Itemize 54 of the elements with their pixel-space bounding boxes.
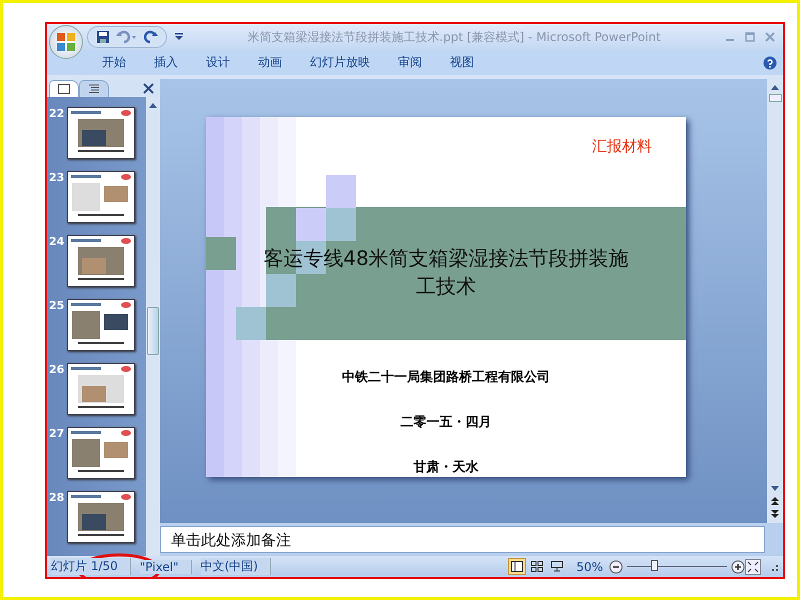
ribbon-tab[interactable]: 插入 bbox=[154, 54, 178, 71]
slide-number: 25 bbox=[48, 299, 66, 312]
panel-tab[interactable] bbox=[79, 80, 109, 97]
slide-thumbnail[interactable] bbox=[67, 363, 135, 415]
zoom-in-icon[interactable] bbox=[731, 560, 745, 574]
ribbon-tab[interactable]: 视图 bbox=[450, 54, 474, 71]
zoom-slider-thumb[interactable] bbox=[651, 560, 658, 571]
scrollbar-thumb[interactable] bbox=[147, 307, 159, 355]
close-icon[interactable] bbox=[143, 83, 154, 94]
slide-thumbnail[interactable] bbox=[67, 427, 135, 479]
ribbon-tab[interactable]: 设计 bbox=[206, 54, 230, 71]
theme-name: "Pixel" bbox=[140, 560, 191, 574]
slide-number: 26 bbox=[48, 363, 66, 376]
redo-icon[interactable] bbox=[144, 30, 158, 44]
slide-icon bbox=[58, 84, 70, 94]
slide-counter: 幻灯片 1/50 bbox=[51, 558, 130, 575]
scroll-up-icon[interactable] bbox=[770, 83, 780, 91]
scroll-up-icon[interactable] bbox=[148, 101, 158, 109]
notes-field[interactable]: 单击此处添加备注 bbox=[160, 526, 765, 553]
fit-window-icon[interactable] bbox=[745, 558, 761, 574]
slide-thumbnail[interactable] bbox=[67, 235, 135, 287]
zoom-level[interactable]: 50% bbox=[576, 560, 603, 574]
scrollbar-thumb[interactable] bbox=[768, 94, 782, 102]
slide-thumbnail[interactable] bbox=[67, 491, 135, 543]
ribbon-tab[interactable]: 审阅 bbox=[398, 54, 422, 71]
dropdown-icon[interactable] bbox=[175, 33, 183, 41]
office-button[interactable] bbox=[49, 25, 83, 59]
help-icon[interactable] bbox=[763, 56, 777, 70]
panel-tab[interactable] bbox=[49, 80, 79, 97]
date-text: 二零一五・四月 bbox=[400, 414, 492, 431]
slide-tag: 汇报材料 bbox=[592, 137, 652, 156]
outline-icon bbox=[88, 84, 100, 94]
slide-number: 24 bbox=[48, 235, 66, 248]
slide-number: 27 bbox=[48, 427, 66, 440]
ribbon-tab[interactable]: 开始 bbox=[102, 54, 126, 71]
scroll-down-icon[interactable] bbox=[770, 485, 780, 493]
slide-number: 28 bbox=[48, 491, 66, 504]
ribbon-tab[interactable]: 动画 bbox=[258, 54, 282, 71]
company-name: 中铁二十一局集团路桥工程有限公司 bbox=[342, 369, 550, 386]
slide-thumbnail[interactable] bbox=[67, 299, 135, 351]
view-button[interactable] bbox=[508, 558, 526, 575]
save-icon[interactable] bbox=[96, 30, 110, 44]
zoom-out-icon[interactable] bbox=[609, 560, 623, 574]
previous-slide-icon[interactable] bbox=[770, 496, 780, 506]
language-text: 中文(中国) bbox=[200, 558, 270, 575]
next-slide-icon[interactable] bbox=[770, 509, 780, 519]
place-text: 甘肃・天水 bbox=[414, 459, 478, 476]
slide-thumbnail[interactable] bbox=[67, 171, 135, 223]
slide-number: 23 bbox=[48, 171, 66, 184]
ribbon-tab[interactable]: 幻灯片放映 bbox=[310, 54, 370, 71]
slide-thumbnail[interactable] bbox=[67, 107, 135, 159]
window-title: 米简支箱梁湿接法节段拼装施工技术.ppt [兼容模式] - Microsoft PowerPoint bbox=[246, 28, 662, 46]
slide-number: 22 bbox=[48, 107, 66, 120]
office-logo-icon bbox=[55, 31, 77, 53]
